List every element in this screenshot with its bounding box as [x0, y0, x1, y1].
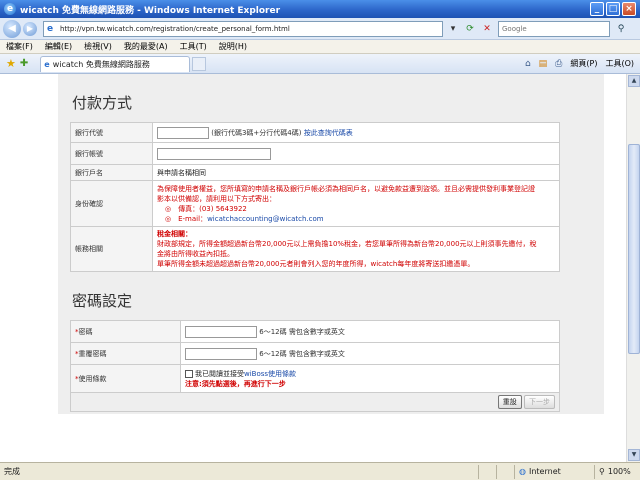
terms-link[interactable]: wiBoss使用條款 [244, 370, 296, 378]
bank-account-input[interactable] [157, 147, 271, 160]
search-box[interactable] [498, 20, 610, 37]
next-step-button[interactable]: 下一步 [524, 395, 555, 409]
menu-favorites[interactable]: 我的最愛(A) [118, 41, 174, 52]
password-input[interactable] [185, 325, 257, 338]
bank-code-input[interactable] [157, 126, 209, 139]
billing-notes-label: 帳務相關 [70, 226, 153, 272]
search-icon[interactable]: ⚲ [613, 21, 629, 37]
menu-view[interactable]: 檢視(V) [78, 41, 118, 52]
address-bar: ◀ ▶ e ▾ ⟳ ✕ ⚲ [0, 18, 640, 40]
page-viewport: 付款方式 銀行代號 (銀行代碼3碼+分行代碼4碼) 按此查詢代碼表 銀行帳號 銀… [0, 74, 640, 462]
accept-terms-checkbox[interactable] [185, 369, 193, 378]
ie-logo-icon: e [4, 3, 16, 15]
close-button[interactable]: × [622, 2, 636, 16]
tab-label: wicatch 免費無線網路服務 [52, 59, 150, 69]
tools-menu[interactable]: 工具(O) [605, 58, 634, 69]
add-favorite-icon[interactable]: ✚ [20, 58, 28, 69]
feeds-icon[interactable]: ▤ [539, 59, 548, 69]
stop-icon[interactable]: ✕ [480, 22, 494, 36]
confirm-password-input[interactable] [185, 347, 257, 360]
menu-edit[interactable]: 編輯(E) [39, 41, 78, 52]
password-label: 密碼 [78, 327, 93, 336]
tab-bar: ★ ✚ e wicatch 免費無線網路服務 ⌂ ▤ ⎙ 網頁(P) 工具(O) [0, 54, 640, 74]
security-zone: ◍ Internet [514, 464, 594, 479]
globe-icon: ◍ [519, 467, 526, 476]
new-tab-button[interactable] [192, 56, 207, 71]
id-confirm-text: 為保障使用者權益，您所填寫的申請名稱及銀行戶帳必須為相同戶名，以避免款益遭到盜領… [152, 180, 560, 227]
billing-notes-text: 稅金相關： 財政部規定，所得金額超過新台幣20,000元以上需負擔10%稅金，若… [152, 226, 560, 272]
account-name-label: 銀行戶名 [70, 164, 153, 181]
back-button[interactable]: ◀ [3, 19, 21, 38]
dropdown-arrow-icon[interactable]: ▾ [446, 22, 460, 36]
menu-file[interactable]: 檔案(F) [0, 41, 39, 52]
menu-tools[interactable]: 工具(T) [174, 41, 213, 52]
payment-section-title: 付款方式 [72, 94, 133, 112]
title-bar: e wicatch 免費無線網路服務 - Windows Internet Ex… [0, 0, 640, 18]
maximize-button[interactable]: □ [606, 2, 620, 16]
bank-code-hint: (銀行代碼3碼+分行代碼4碼) [211, 128, 302, 137]
vertical-scrollbar[interactable]: ▲ ▼ [626, 74, 640, 462]
terms-warning: 注意:須先點選後，再進行下一步 [185, 379, 286, 388]
minimize-button[interactable]: _ [590, 2, 604, 16]
menu-bar: 檔案(F) 編輯(E) 檢視(V) 我的最愛(A) 工具(T) 說明(H) [0, 40, 640, 54]
password-section-title: 密碼設定 [72, 292, 133, 310]
zoom-level[interactable]: ⚲ 100% [594, 464, 640, 479]
window-title: wicatch 免費無線網路服務 - Windows Internet Expl… [20, 5, 281, 16]
fax-number: ◎ 傳真：(03) 5643922 [165, 204, 247, 213]
form-content: 付款方式 銀行代號 (銀行代碼3碼+分行代碼4碼) 按此查詢代碼表 銀行帳號 銀… [64, 74, 598, 412]
forward-button[interactable]: ▶ [23, 21, 37, 36]
refresh-icon[interactable]: ⟳ [463, 22, 477, 36]
zoom-icon: ⚲ [599, 467, 605, 476]
password-hint: 6～12碼 需包含數字或英文 [259, 327, 345, 336]
favorites-star-icon[interactable]: ★ [6, 57, 16, 70]
search-input[interactable] [499, 24, 609, 33]
home-icon[interactable]: ⌂ [525, 59, 531, 69]
account-name-value: 與申請名稱相同 [152, 164, 560, 181]
print-icon[interactable]: ⎙ [555, 59, 562, 69]
scroll-thumb[interactable] [628, 144, 640, 354]
accounting-email[interactable]: wicatchaccounting@wicatch.com [207, 215, 324, 223]
page-menu[interactable]: 網頁(P) [570, 58, 597, 69]
bank-code-label: 銀行代號 [70, 122, 153, 143]
status-text: 完成 [4, 467, 20, 476]
bank-code-lookup-link[interactable]: 按此查詢代碼表 [304, 129, 353, 137]
scroll-up-icon[interactable]: ▲ [628, 75, 640, 87]
reset-button[interactable]: 重設 [497, 395, 522, 409]
terms-label: 使用條款 [78, 374, 107, 383]
page-icon: e [47, 23, 54, 34]
status-bar: 完成 ◍ Internet ⚲ 100% [0, 462, 640, 480]
id-confirm-label: 身份確認 [70, 180, 153, 227]
payment-table: 銀行代號 (銀行代碼3碼+分行代碼4碼) 按此查詢代碼表 銀行帳號 銀行戶名 與… [70, 122, 560, 272]
password-table: *密碼 6～12碼 需包含數字或英文 *重覆密碼 6～12碼 需包含數字或英文 … [70, 320, 560, 412]
scroll-down-icon[interactable]: ▼ [628, 449, 640, 461]
url-box[interactable]: e [43, 20, 443, 37]
tab-page-icon: e [44, 59, 50, 69]
bank-account-label: 銀行帳號 [70, 142, 153, 165]
confirm-password-hint: 6～12碼 需包含數字或英文 [259, 349, 345, 358]
menu-help[interactable]: 說明(H) [213, 41, 253, 52]
url-input[interactable] [60, 24, 442, 33]
confirm-password-label: 重覆密碼 [78, 349, 107, 358]
tab-current[interactable]: e wicatch 免費無線網路服務 [40, 55, 191, 72]
command-bar: ⌂ ▤ ⎙ 網頁(P) 工具(O) [517, 58, 634, 69]
